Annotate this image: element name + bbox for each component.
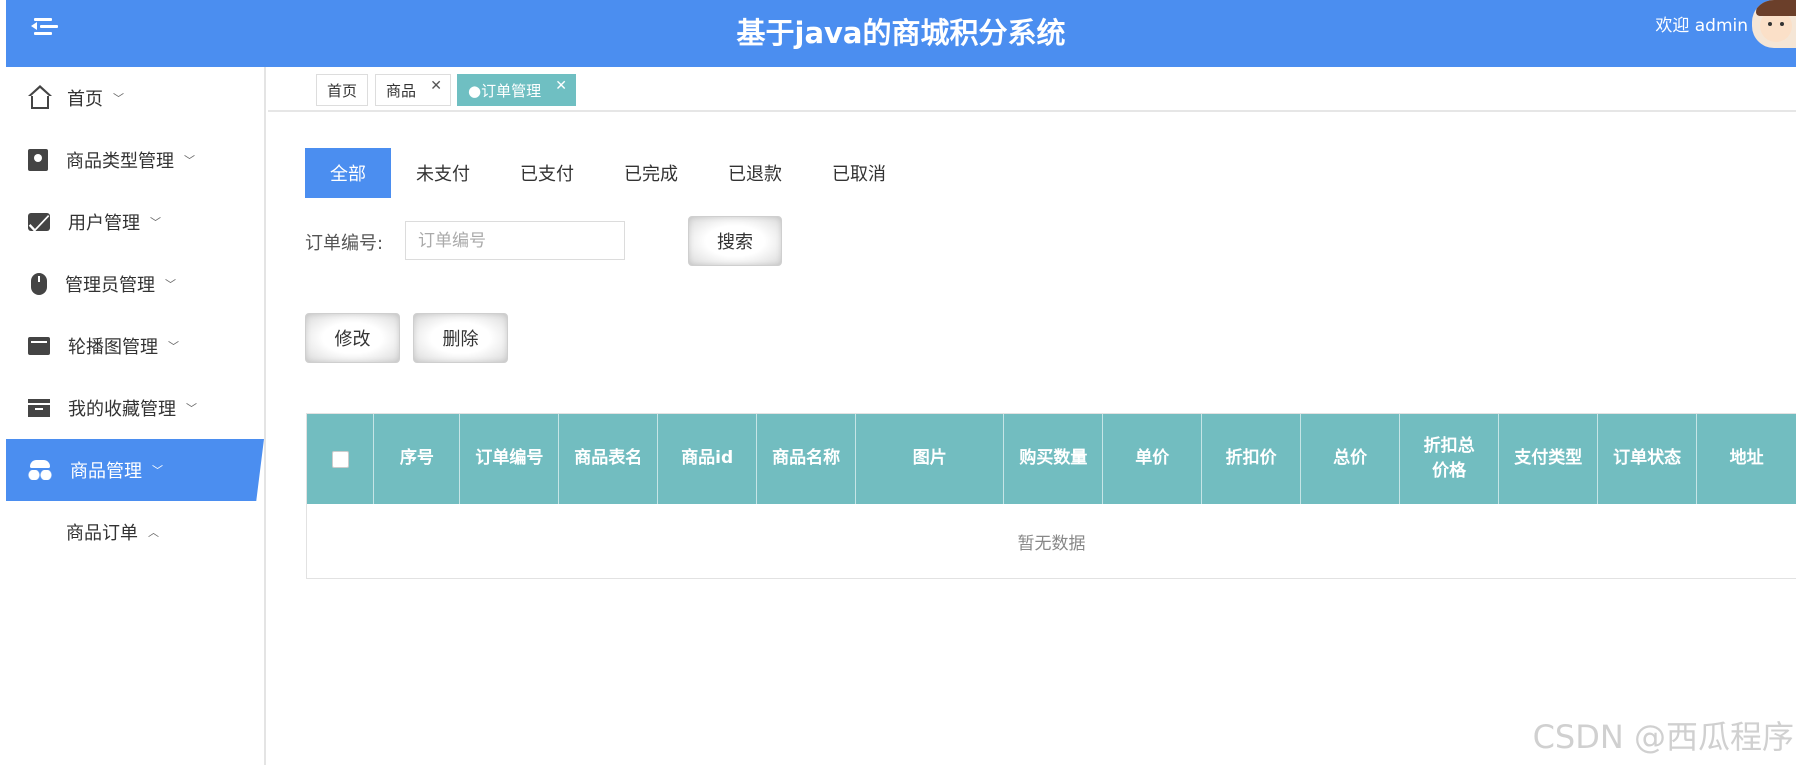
sidebar-item-label: 管理员管理 [65,275,155,296]
table-header: 序号 订单编号 商品表名 商品id 商品名称 图片 购买数量 单价 折扣价 总价… [307,414,1796,504]
avatar-eye [1768,22,1772,26]
column-header[interactable]: 折扣价 [1202,414,1302,504]
status-tab-refunded[interactable]: 已退款 [703,148,807,198]
top-bar: 基于java的商城积分系统 欢迎 admin [6,0,1796,67]
sidebar-item-product-types[interactable]: 商品类型管理 ﹀ [6,129,264,191]
sidebar-item-label: 首页 [67,89,103,110]
delete-button[interactable]: 删除 [413,313,508,363]
sidebar-item-admins[interactable]: 管理员管理 ﹀ [6,253,264,315]
welcome-text: 欢迎 admin [1655,16,1748,36]
sidebar-subitem-product-orders[interactable]: 商品订单 ︿ [6,501,264,563]
sidebar-item-label: 我的收藏管理 [68,399,176,420]
column-header[interactable]: 支付类型 [1499,414,1599,504]
select-all-checkbox[interactable] [331,450,349,468]
avatar[interactable] [1752,0,1796,48]
order-number-label: 订单编号: [305,233,384,254]
chevron-down-icon: ﹀ [113,92,124,105]
sidebar-item-label: 用户管理 [68,213,140,234]
close-icon[interactable]: ✕ [555,78,567,94]
chevron-down-icon: ﹀ [165,278,176,291]
chevron-down-icon: ﹀ [150,216,161,229]
tab-home[interactable]: 首页 [316,74,368,106]
avatar-hair [1756,0,1796,16]
status-tab-unpaid[interactable]: 未支付 [391,148,495,198]
chevron-up-icon: ︿ [148,526,159,539]
box-icon [28,149,48,171]
watermark: CSDN @西瓜程序 [1532,718,1794,756]
app-title: 基于java的商城积分系统 [736,16,1066,50]
tabs-bar: 首页 商品 ✕ ●订单管理 ✕ [268,67,1796,112]
chevron-down-icon: ﹀ [152,464,163,477]
tab-label: 商品 [386,81,417,100]
card-icon [28,337,50,355]
sidebar-item-users[interactable]: 用户管理 ﹀ [6,191,264,253]
mail-icon [28,213,50,231]
status-tab-all[interactable]: 全部 [305,148,391,198]
column-header[interactable]: 地址 [1697,414,1796,504]
chevron-down-icon: ﹀ [186,402,197,415]
mouse-icon [31,273,47,295]
tab-label: ●订单管理 [468,81,542,100]
orders-table: 序号 订单编号 商品表名 商品id 商品名称 图片 购买数量 单价 折扣价 总价… [306,413,1796,579]
header-checkbox-cell [307,414,375,504]
sidebar-item-label: 轮播图管理 [68,337,158,358]
tab-label: 首页 [327,81,358,100]
sidebar-item-carousel[interactable]: 轮播图管理 ﹀ [6,315,264,377]
status-tab-completed[interactable]: 已完成 [599,148,703,198]
sidebar-item-favorites[interactable]: 我的收藏管理 ﹀ [6,377,264,439]
close-icon[interactable]: ✕ [430,78,442,94]
tab-order-management[interactable]: ●订单管理 ✕ [457,74,576,106]
empty-state: 暂无数据 [1017,534,1086,554]
column-header[interactable]: 订单编号 [460,414,560,504]
column-header[interactable]: 购买数量 [1004,414,1104,504]
sidebar-subitem-label: 商品订单 [66,523,138,544]
column-header[interactable]: 商品表名 [559,414,659,504]
column-header[interactable]: 总价 [1301,414,1401,504]
status-tab-paid[interactable]: 已支付 [495,148,599,198]
chevron-down-icon: ﹀ [168,340,179,353]
sidebar-item-label: 商品管理 [70,461,142,482]
chevron-down-icon: ﹀ [184,154,195,167]
sidebar-item-label: 商品类型管理 [66,151,174,172]
order-number-input[interactable] [405,221,625,260]
column-header[interactable]: 订单状态 [1598,414,1698,504]
status-tab-cancelled[interactable]: 已取消 [807,148,911,198]
tab-products[interactable]: 商品 ✕ [375,74,451,106]
user-secret-icon [28,458,52,482]
home-icon [28,84,52,109]
sidebar-item-home[interactable]: 首页 ﹀ [6,67,264,129]
column-header[interactable]: 商品名称 [757,414,857,504]
sidebar-item-products[interactable]: 商品管理 ﹀ [6,439,264,501]
edit-button[interactable]: 修改 [305,313,400,363]
column-header[interactable]: 折扣总价格 [1400,414,1500,504]
column-header[interactable]: 单价 [1103,414,1203,504]
archive-icon [27,399,51,417]
avatar-eye [1780,22,1784,26]
order-status-tabs: 全部 未支付 已支付 已完成 已退款 已取消 [305,148,911,198]
column-header[interactable]: 序号 [374,414,461,504]
column-header[interactable]: 商品id [658,414,758,504]
search-button[interactable]: 搜索 [688,216,782,266]
column-header[interactable]: 图片 [856,414,1005,504]
sidebar: 首页 ﹀ 商品类型管理 ﹀ 用户管理 ﹀ 管理员管理 ﹀ 轮播图管理 ﹀ 我的收… [6,67,266,765]
